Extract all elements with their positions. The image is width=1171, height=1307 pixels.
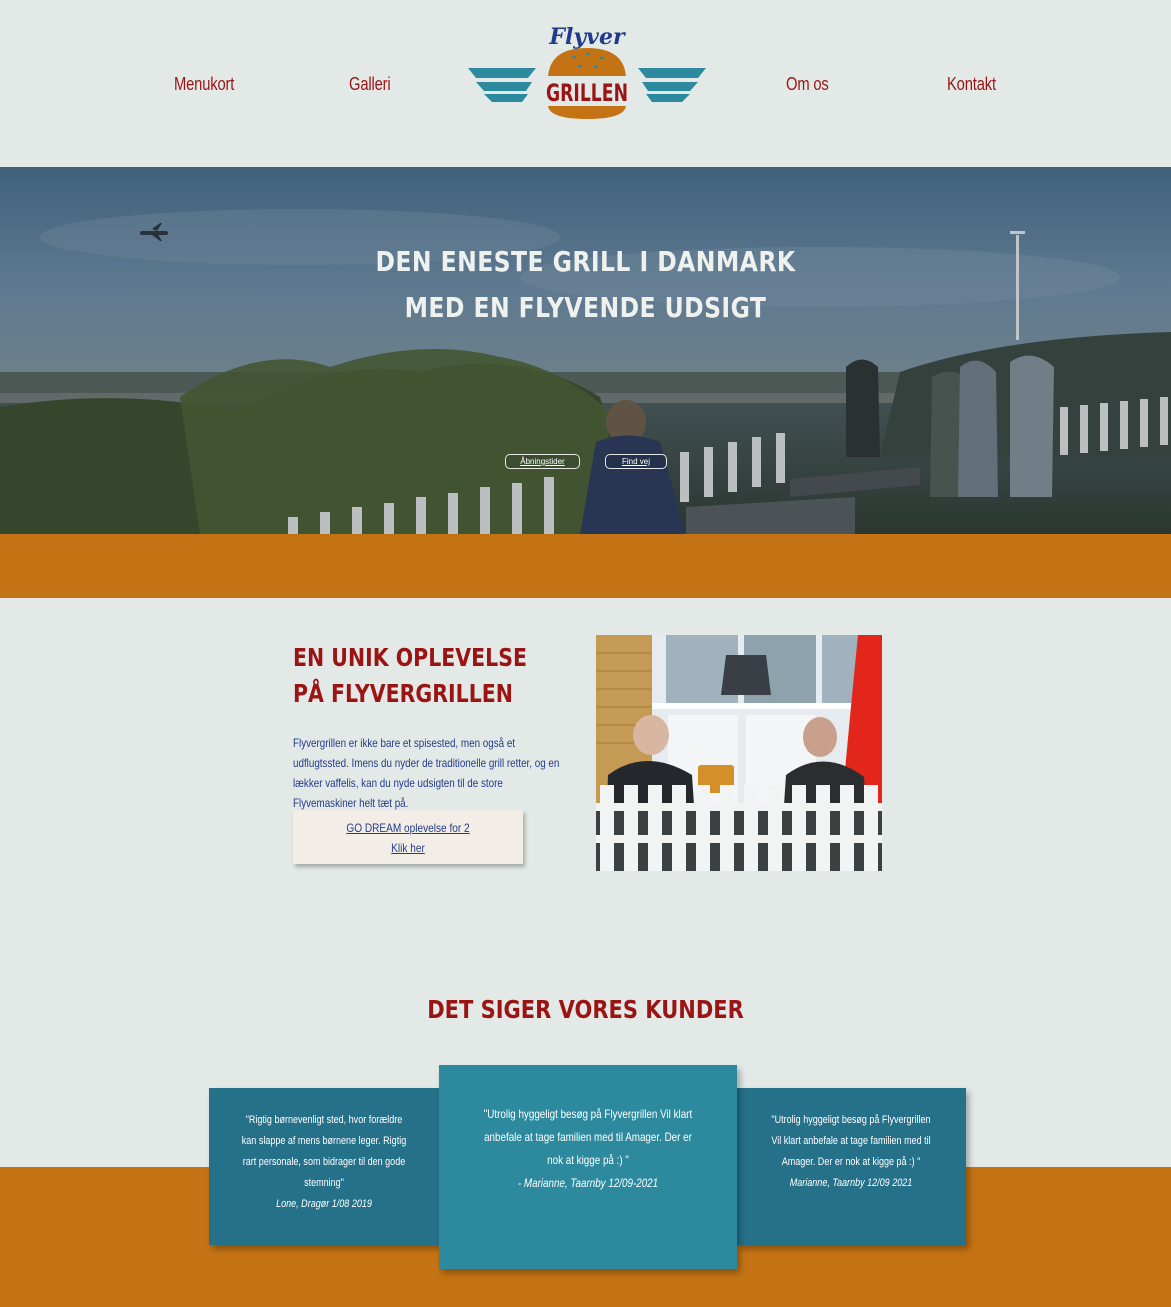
hero-background-photo xyxy=(0,167,1171,534)
review-card-2: "Utrolig hyggeligt besøg på Flyvergrille… xyxy=(439,1065,737,1269)
reviews-title: DET SIGER VORES KUNDER xyxy=(427,995,744,1024)
go-dream-link[interactable]: GO DREAM oplevelse for 2 xyxy=(311,818,504,838)
review-author: Lone, Dragør 1/08 2019 xyxy=(276,1198,372,1210)
go-dream-cta-box[interactable]: GO DREAM oplevelse for 2 Klik her xyxy=(293,810,523,864)
hero-title-line-2: MED EN FLYVENDE UDSIGT xyxy=(404,291,767,324)
opening-hours-button[interactable]: Åbningstider xyxy=(505,454,580,469)
nav-om-os[interactable]: Om os xyxy=(786,74,829,95)
flyvergrillen-logo[interactable]: Flyver GRILLEN xyxy=(466,20,708,124)
review-card-3: "Utrolig hyggeligt besøg på Flyvergrille… xyxy=(736,1088,966,1245)
logo-script-text: Flyver xyxy=(548,24,626,50)
hero-title-line-1: DEN ENESTE GRILL I DANMARK xyxy=(375,245,796,278)
logo-main-text: GRILLEN xyxy=(546,79,628,107)
hero-banner: DEN ENESTE GRILL I DANMARK MED EN FLYVEN… xyxy=(0,167,1171,534)
review-quote: "Utrolig hyggeligt besøg på Flyvergrille… xyxy=(483,1107,693,1167)
review-quote: "Utrolig hyggeligt besøg på Flyvergrille… xyxy=(771,1114,931,1168)
site-header: Menukort Galleri Flyver GRILLEN Om os Ko… xyxy=(0,0,1171,167)
nav-menukort[interactable]: Menukort xyxy=(174,74,234,95)
nav-kontakt[interactable]: Kontakt xyxy=(947,74,996,95)
guests-photo xyxy=(596,635,882,871)
intro-title: EN UNIK OPLEVELSE PÅ FLYVERGRILLEN xyxy=(293,643,527,708)
review-author: Marianne, Taarnby 12/09 2021 xyxy=(789,1177,913,1189)
review-card-1: "Rigtig børnevenligt sted, hvor forældre… xyxy=(209,1088,439,1245)
review-quote: "Rigtig børnevenligt sted, hvor forældre… xyxy=(241,1114,407,1189)
burger-wings-icon: Flyver GRILLEN xyxy=(468,24,706,119)
intro-text: Flyvergrillen er ikke bare et spisested,… xyxy=(293,736,560,810)
find-way-button[interactable]: Find vej xyxy=(605,454,667,469)
orange-band-top xyxy=(0,534,1171,598)
nav-galleri[interactable]: Galleri xyxy=(349,74,391,95)
review-author: - Marianne, Taarnby 12/09-2021 xyxy=(517,1176,659,1190)
click-here-link[interactable]: Klik her xyxy=(311,838,504,858)
